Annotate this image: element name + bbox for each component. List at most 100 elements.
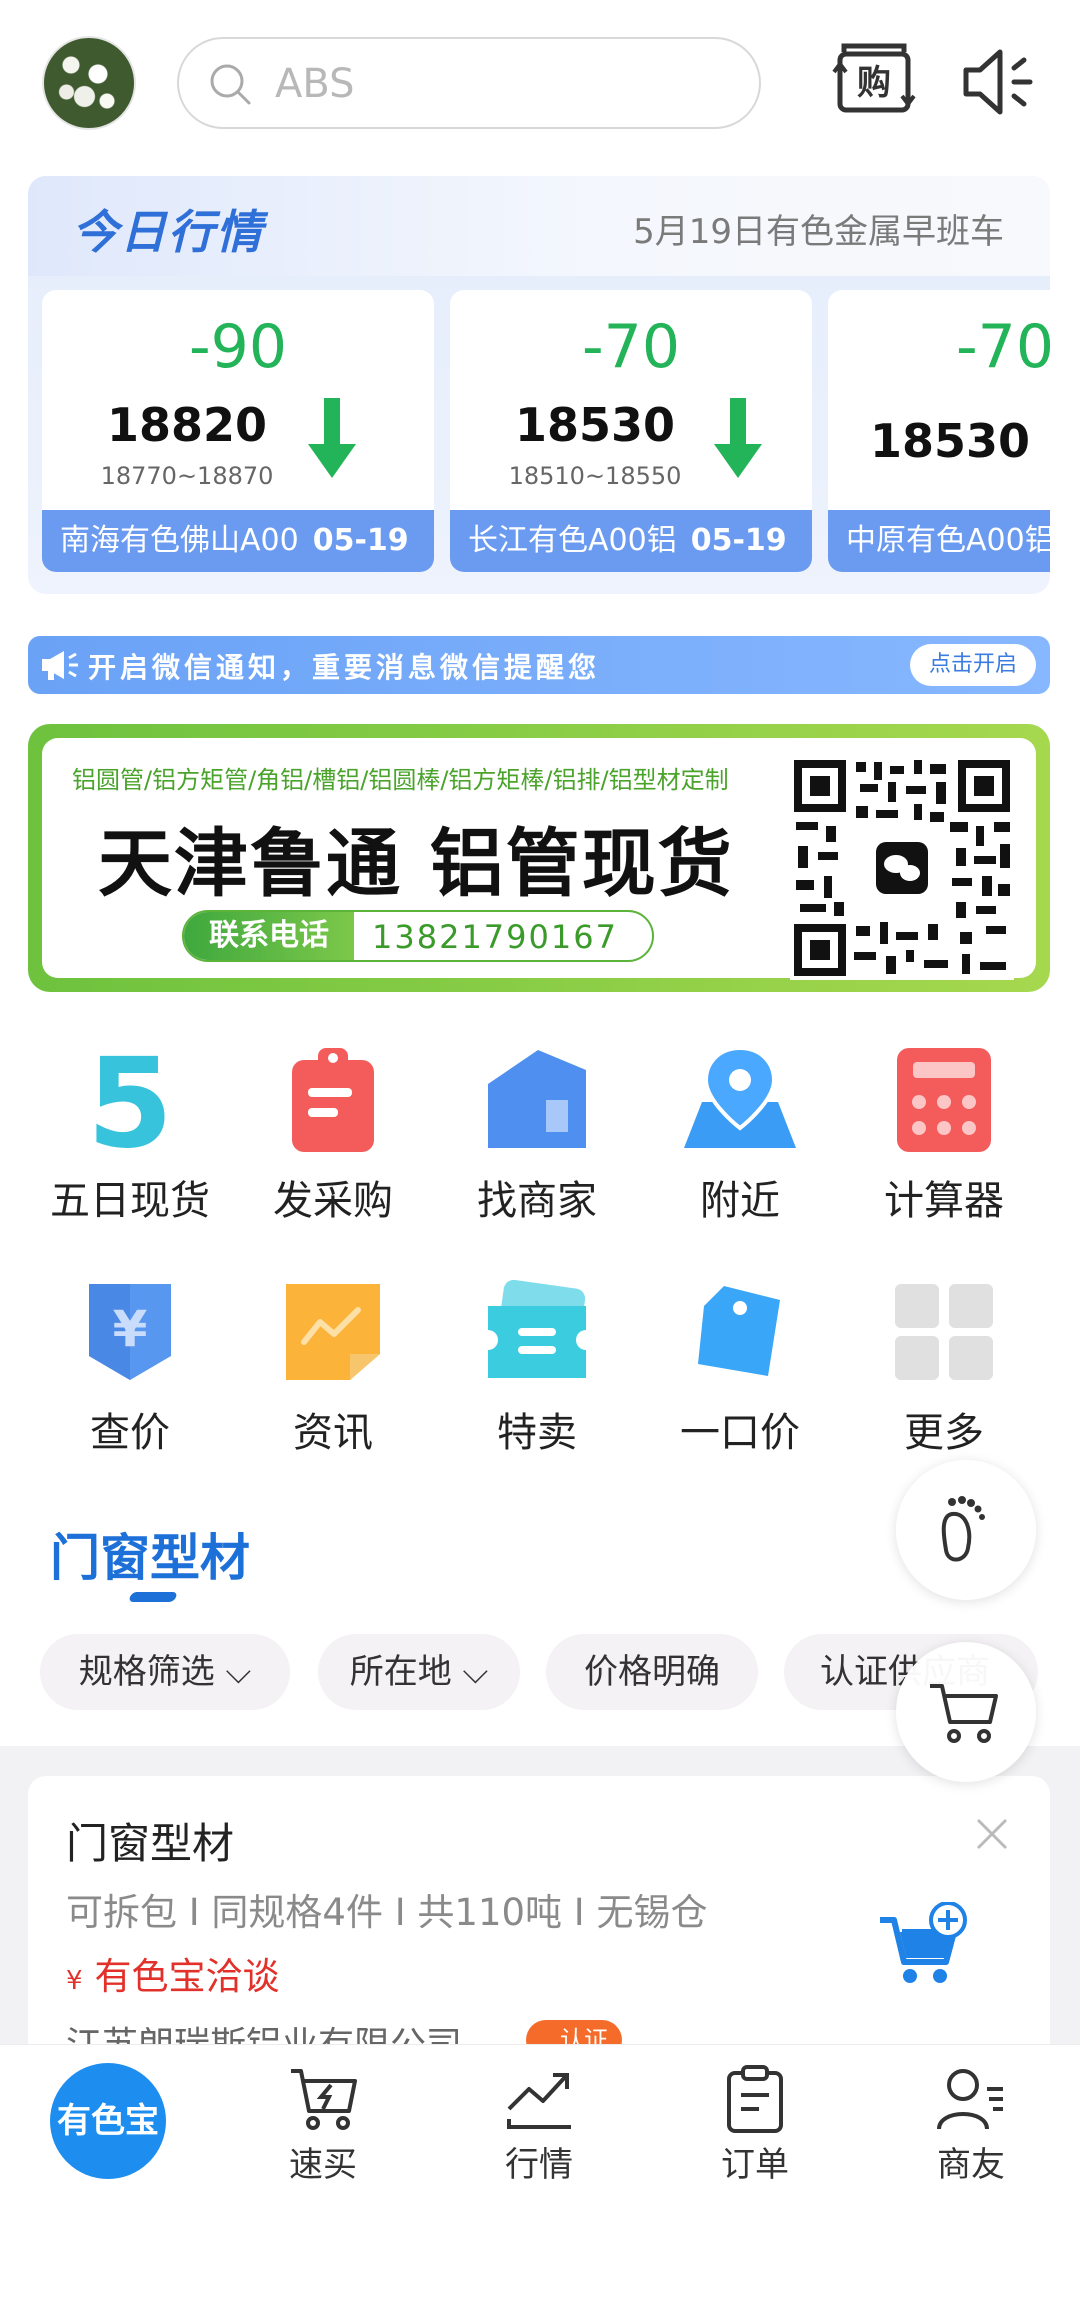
grid-label: 特卖: [497, 1410, 577, 1456]
add-to-cart-icon[interactable]: [878, 1902, 970, 1988]
calculator-icon: [897, 1048, 991, 1152]
five-icon: 5: [87, 1044, 173, 1154]
listing-price: ¥ 有色宝洽谈: [66, 1946, 280, 2000]
listing-spec: 可拆包 I 同规格4件 I 共110吨 I 无锡仓: [66, 1891, 708, 1934]
grid-label: 资讯: [293, 1410, 373, 1456]
grid-label: 查价: [90, 1410, 170, 1456]
speaker-icon[interactable]: [960, 44, 1038, 120]
listing-card[interactable]: 门窗型材 可拆包 I 同规格4件 I 共110吨 I 无锡仓 ¥有色宝洽谈 江苏…: [28, 1776, 1050, 2076]
search-bar[interactable]: ABS: [177, 37, 761, 129]
search-placeholder: ABS: [275, 61, 355, 107]
nav-item-contacts[interactable]: 商友: [896, 2065, 1046, 2186]
down-arrow-icon: [714, 398, 762, 478]
quote-range: 18510~18550: [508, 462, 682, 490]
listing-title: 门窗型材: [66, 1819, 235, 1868]
nav-item-market[interactable]: 行情: [464, 2065, 614, 2186]
grid-item-more[interactable]: 更多: [844, 1276, 1044, 1458]
nav-home-button[interactable]: 有色宝: [50, 2063, 166, 2179]
filter-label: 所在地: [349, 1652, 452, 1692]
market-title: 今日行情: [72, 205, 264, 259]
enable-notify-button[interactable]: 点击开启: [910, 644, 1036, 686]
ad-phone[interactable]: 联系电话 13821790167: [182, 910, 654, 962]
svg-text:¥: ¥: [113, 1300, 148, 1358]
nav-item-quick-buy[interactable]: 速买: [248, 2065, 398, 2186]
trend-chart-icon: [507, 2073, 571, 2129]
down-arrow-icon: [308, 398, 356, 478]
filter-spec[interactable]: 规格筛选 ⌵: [40, 1634, 290, 1710]
nav-label: 商友: [937, 2145, 1005, 2185]
grid-label: 发采购: [273, 1178, 393, 1224]
grid-label: 计算器: [884, 1178, 1004, 1224]
grid-item-merchants[interactable]: 找商家: [437, 1044, 637, 1226]
listing-price-text: 有色宝洽谈: [94, 1955, 280, 1998]
quote-range: 18770~18870: [100, 462, 274, 490]
grid-item-fixed-price[interactable]: 一口价: [640, 1276, 840, 1458]
grid-label: 一口价: [680, 1410, 800, 1456]
filter-price-clear[interactable]: 价格明确: [546, 1634, 758, 1710]
buy-scan-icon[interactable]: 购: [830, 42, 918, 122]
cart-button[interactable]: [896, 1642, 1036, 1782]
quote-price: 18530: [870, 414, 1031, 468]
market-card[interactable]: 今日行情 5月19日有色金属早班车 -90 18820 18770~18870 …: [28, 176, 1050, 594]
notify-text: 开启微信通知，重要消息微信提醒您: [88, 651, 601, 684]
grid-label: 五日现货: [50, 1178, 210, 1224]
grid-item-price-check[interactable]: ¥ 查价: [30, 1276, 230, 1458]
store-icon: [488, 1050, 586, 1148]
quote-change: -90: [189, 312, 287, 382]
grid-item-purchase[interactable]: 发采购: [233, 1044, 433, 1226]
buy-icon-label: 购: [857, 63, 891, 103]
search-icon: [210, 64, 251, 105]
wechat-notify-bar[interactable]: 开启微信通知，重要消息微信提醒您 点击开启: [28, 636, 1050, 694]
quote-card[interactable]: -90 18820 18770~18870 南海有色佛山A00 05-19: [42, 290, 434, 572]
quote-name: 长江有色A00铝: [468, 523, 677, 558]
ad-phone-label: 联系电话: [184, 912, 354, 960]
quote-footer: 南海有色佛山A00 05-19: [42, 510, 434, 572]
price-tag-icon: [698, 1286, 780, 1376]
currency-symbol: ¥: [66, 1966, 83, 1996]
ad-tags: 铝圆管/铝方矩管/角铝/槽铝/铝圆棒/铝方矩棒/铝排/铝型材定制: [72, 766, 729, 794]
quote-name: 南海有色佛山A00: [60, 523, 299, 558]
avatar[interactable]: [42, 36, 136, 130]
quote-card[interactable]: -70 18530 中原有色A00铝: [828, 290, 1050, 572]
market-header: 今日行情 5月19日有色金属早班车: [28, 176, 1050, 276]
grid-item-nearby[interactable]: 附近: [640, 1044, 840, 1226]
grid-more-icon: [895, 1284, 993, 1380]
ad-content: 铝圆管/铝方矩管/角铝/槽铝/铝圆棒/铝方矩棒/铝排/铝型材定制 天津鲁通 铝管…: [42, 738, 1036, 980]
ticket-icon: [488, 1279, 586, 1378]
nav-label: 行情: [505, 2145, 573, 2185]
svg-text:5: 5: [87, 1044, 173, 1154]
footprint-icon: [941, 1496, 985, 1562]
market-subtitle: 5月19日有色金属早班车: [633, 212, 1004, 252]
qr-code-icon: [790, 756, 1014, 980]
ad-phone-number: 13821790167: [372, 918, 618, 956]
grid-label: 找商家: [477, 1178, 597, 1224]
megaphone-icon: [42, 651, 78, 680]
bottom-nav: 有色宝 速买 行情 订单 商友: [0, 2044, 1080, 2304]
quote-change: -70: [582, 312, 680, 382]
nav-label: 速买: [289, 2145, 357, 2185]
clipboard-icon: [292, 1048, 374, 1152]
nav-item-orders[interactable]: 订单: [680, 2065, 830, 2186]
cart-lightning-icon: [291, 2069, 357, 2130]
grid-item-news[interactable]: 资讯: [233, 1276, 433, 1458]
cart-icon: [930, 1684, 998, 1743]
close-icon[interactable]: [974, 1816, 1010, 1852]
header: ABS 购: [0, 0, 1080, 170]
nav-label: 订单: [721, 2145, 789, 2185]
grid-item-special-sale[interactable]: 特卖: [437, 1276, 637, 1458]
section-title[interactable]: 门窗型材: [50, 1518, 250, 1590]
chevron-down-icon: ⌵: [462, 1652, 489, 1692]
chevron-down-icon: ⌵: [225, 1652, 252, 1692]
quote-card[interactable]: -70 18530 18510~18550 长江有色A00铝 05-19: [450, 290, 812, 572]
quote-footer: 中原有色A00铝: [828, 510, 1050, 572]
quote-date: 05-19: [690, 523, 787, 558]
ad-title: 天津鲁通 铝管现货: [98, 821, 734, 907]
filter-label: 价格明确: [584, 1652, 720, 1692]
grid-item-five-day[interactable]: 5 五日现货: [30, 1044, 230, 1226]
map-pin-icon: [684, 1045, 796, 1148]
footprint-button[interactable]: [896, 1460, 1036, 1600]
ad-banner[interactable]: 铝圆管/铝方矩管/角铝/槽铝/铝圆棒/铝方矩棒/铝排/铝型材定制 天津鲁通 铝管…: [28, 724, 1050, 992]
grid-item-calculator[interactable]: 计算器: [844, 1044, 1044, 1226]
filter-location[interactable]: 所在地 ⌵: [318, 1634, 520, 1710]
yuan-shield-icon: ¥: [89, 1284, 171, 1380]
